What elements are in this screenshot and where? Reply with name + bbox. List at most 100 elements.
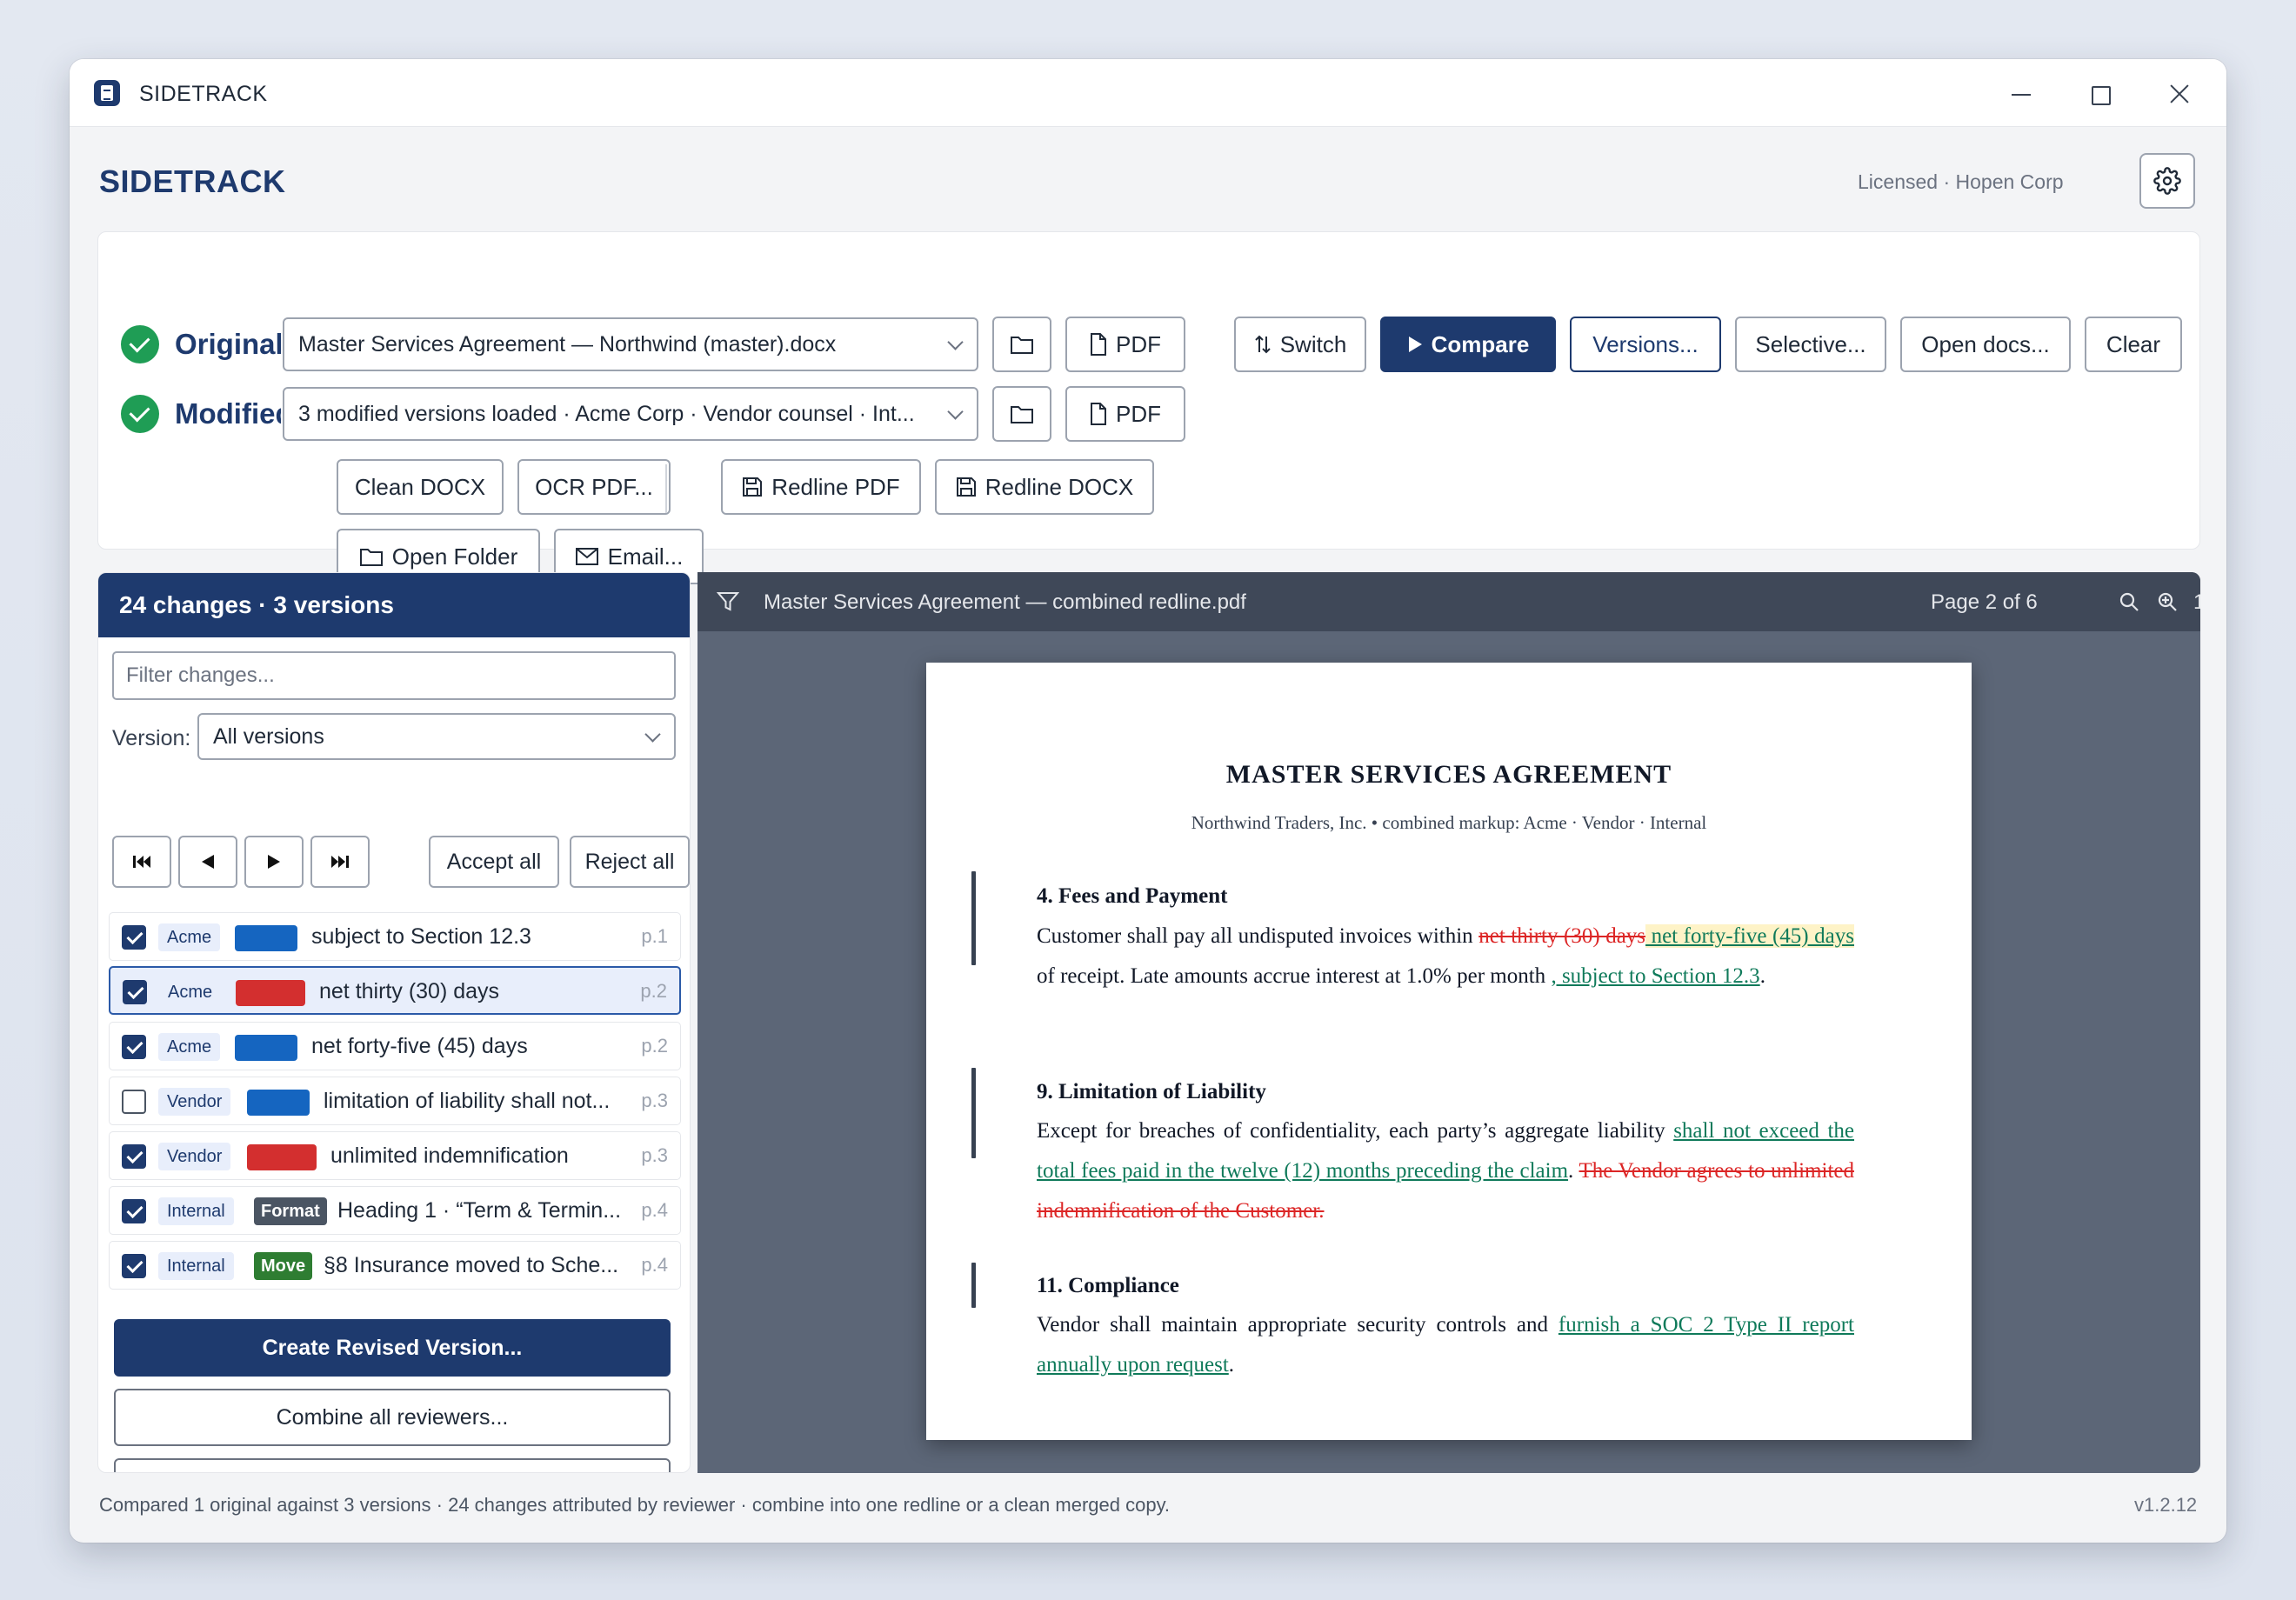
original-file-value: Master Services Agreement — Northwind (m… xyxy=(298,332,837,357)
reviewer-tag: Internal xyxy=(158,1252,234,1280)
page-ref: p.3 xyxy=(641,1090,668,1111)
swap-arrows-icon xyxy=(1254,335,1271,354)
change-text: subject to Section 12.3 xyxy=(311,924,531,949)
original-check-icon xyxy=(121,325,159,363)
change-bar xyxy=(971,871,976,965)
change-item[interactable]: Internal Move §8 Insurance moved to Sche… xyxy=(109,1241,681,1290)
chevron-down-icon xyxy=(947,334,964,350)
search-icon[interactable] xyxy=(2119,591,2139,612)
change-text: net forty-five (45) days xyxy=(311,1034,528,1058)
document-page: MASTER SERVICES AGREEMENT Northwind Trad… xyxy=(926,663,1972,1440)
minimize-icon[interactable] xyxy=(2002,75,2040,113)
inserted-text[interactable]: , subject to Section 12.3 xyxy=(1551,964,1759,988)
change-type-swatch xyxy=(247,1144,317,1170)
viewer-toolbar: Master Services Agreement — combined red… xyxy=(697,572,2200,631)
status-message: Compared 1 original against 3 versions ·… xyxy=(99,1494,1171,1516)
reviewer-tag: Acme xyxy=(159,978,222,1006)
reject-all-button[interactable]: Reject all xyxy=(570,836,690,888)
change-text: Heading 1 · “Term & Termin... xyxy=(337,1198,622,1223)
open-docs-button[interactable]: Open docs... xyxy=(1900,317,2071,372)
ocr-pdf-button[interactable]: OCR PDF... xyxy=(517,459,671,515)
changes-panel: 24 changes · 3 versions Version: All ver… xyxy=(97,572,691,1473)
deleted-text[interactable]: net thirty (30) days xyxy=(1478,924,1645,948)
reviewer-tag: Acme xyxy=(158,1033,221,1061)
change-checkbox[interactable] xyxy=(122,925,146,950)
first-change-button[interactable] xyxy=(112,836,171,888)
maximize-icon[interactable] xyxy=(2080,75,2119,113)
chevron-down-icon xyxy=(644,726,661,743)
modified-pdf-button[interactable]: PDF xyxy=(1065,386,1185,442)
skip-last-icon xyxy=(331,856,349,868)
move-tag: Move xyxy=(254,1252,313,1280)
change-item[interactable]: Acme net forty-five (45) days p.2 xyxy=(109,1022,681,1070)
accept-all-button[interactable]: Accept all xyxy=(429,836,559,888)
change-item[interactable]: Acme subject to Section 12.3 p.1 xyxy=(109,912,681,961)
title-bar: SIDETRACK xyxy=(70,59,2226,127)
change-text: net thirty (30) days xyxy=(319,979,500,1003)
settings-button[interactable] xyxy=(2139,153,2195,209)
folder-icon xyxy=(1011,337,1033,354)
clear-button[interactable]: Clear xyxy=(2085,317,2182,372)
folder-icon xyxy=(1011,406,1033,423)
change-checkbox[interactable] xyxy=(122,1199,146,1223)
change-type-swatch xyxy=(235,1035,297,1061)
change-checkbox[interactable] xyxy=(122,1144,146,1169)
compare-button[interactable]: Compare xyxy=(1380,317,1556,372)
change-text: unlimited indemnification xyxy=(330,1143,569,1168)
filter-changes-input[interactable] xyxy=(112,651,676,700)
next-icon xyxy=(268,855,280,869)
change-checkbox[interactable] xyxy=(122,1090,146,1114)
switch-button[interactable]: Switch xyxy=(1234,317,1366,372)
version-select[interactable]: All versions xyxy=(197,713,676,760)
original-pdf-button[interactable]: PDF xyxy=(1065,317,1185,372)
filter-icon[interactable] xyxy=(717,591,739,612)
app-brand: SIDETRACK xyxy=(99,163,286,199)
changes-header: 24 changes · 3 versions xyxy=(98,573,690,637)
change-item[interactable]: Vendor limitation of liability shall not… xyxy=(109,1077,681,1125)
page-ref: p.2 xyxy=(640,980,667,1002)
app-window: SIDETRACK SIDETRACK Licensed · Hopen Cor… xyxy=(70,59,2226,1543)
close-icon[interactable] xyxy=(2160,75,2199,113)
zoom-in-icon[interactable] xyxy=(2157,591,2178,612)
next-change-button[interactable] xyxy=(244,836,304,888)
change-item[interactable]: Internal Format Heading 1 · “Term & Term… xyxy=(109,1186,681,1235)
combine-reviewers-button[interactable]: Combine all reviewers... xyxy=(114,1389,671,1446)
inserted-text[interactable]: net forty-five (45) days xyxy=(1645,924,1854,948)
change-item[interactable]: Acme net thirty (30) days p.2 xyxy=(109,966,681,1015)
file-selection-panel: Original Master Services Agreement — Nor… xyxy=(97,231,2200,584)
change-type-swatch xyxy=(247,1090,310,1116)
modified-check-icon xyxy=(121,395,159,433)
document-subtitle: Northwind Traders, Inc. • combined marku… xyxy=(1191,812,1707,833)
versions-button[interactable]: Versions... xyxy=(1570,317,1721,372)
format-tag: Format xyxy=(254,1197,327,1225)
change-checkbox[interactable] xyxy=(122,1254,146,1278)
create-revised-version-button[interactable]: Create Revised Version... xyxy=(114,1319,671,1377)
viewer-filename: Master Services Agreement — combined red… xyxy=(764,590,1246,614)
redline-pdf-button[interactable]: Redline PDF xyxy=(721,459,921,515)
selective-button[interactable]: Selective... xyxy=(1735,317,1886,372)
change-checkbox[interactable] xyxy=(123,980,147,1004)
change-type-swatch xyxy=(236,980,305,1006)
page-ref: p.2 xyxy=(641,1035,668,1057)
modified-file-select[interactable]: 3 modified versions loaded · Acme Corp ·… xyxy=(283,387,978,441)
page-indicator: Page 2 of 6 xyxy=(1931,590,2038,614)
browse-modified-button[interactable] xyxy=(992,386,1051,442)
chevron-down-icon xyxy=(947,403,964,420)
change-bar xyxy=(971,1263,976,1308)
original-file-select[interactable]: Master Services Agreement — Northwind (m… xyxy=(283,317,978,371)
app-logo-icon xyxy=(94,80,120,106)
save-change-report-button[interactable]: Save change report... xyxy=(114,1458,671,1472)
last-change-button[interactable] xyxy=(310,836,370,888)
previous-change-button[interactable] xyxy=(178,836,237,888)
browse-original-button[interactable] xyxy=(992,317,1051,372)
file-icon xyxy=(1091,333,1106,356)
change-item[interactable]: Vendor unlimited indemnification p.3 xyxy=(109,1131,681,1180)
change-checkbox[interactable] xyxy=(122,1035,146,1059)
page-ref: p.1 xyxy=(641,925,668,947)
modified-file-value: 3 modified versions loaded · Acme Corp ·… xyxy=(298,402,915,426)
change-text: §8 Insurance moved to Sche... xyxy=(324,1253,619,1277)
zoom-level: 130% xyxy=(2193,590,2200,614)
redline-docx-button[interactable]: Redline DOCX xyxy=(935,459,1154,515)
reviewer-tag: Vendor xyxy=(158,1088,231,1116)
clean-docx-button[interactable]: Clean DOCX xyxy=(337,459,504,515)
